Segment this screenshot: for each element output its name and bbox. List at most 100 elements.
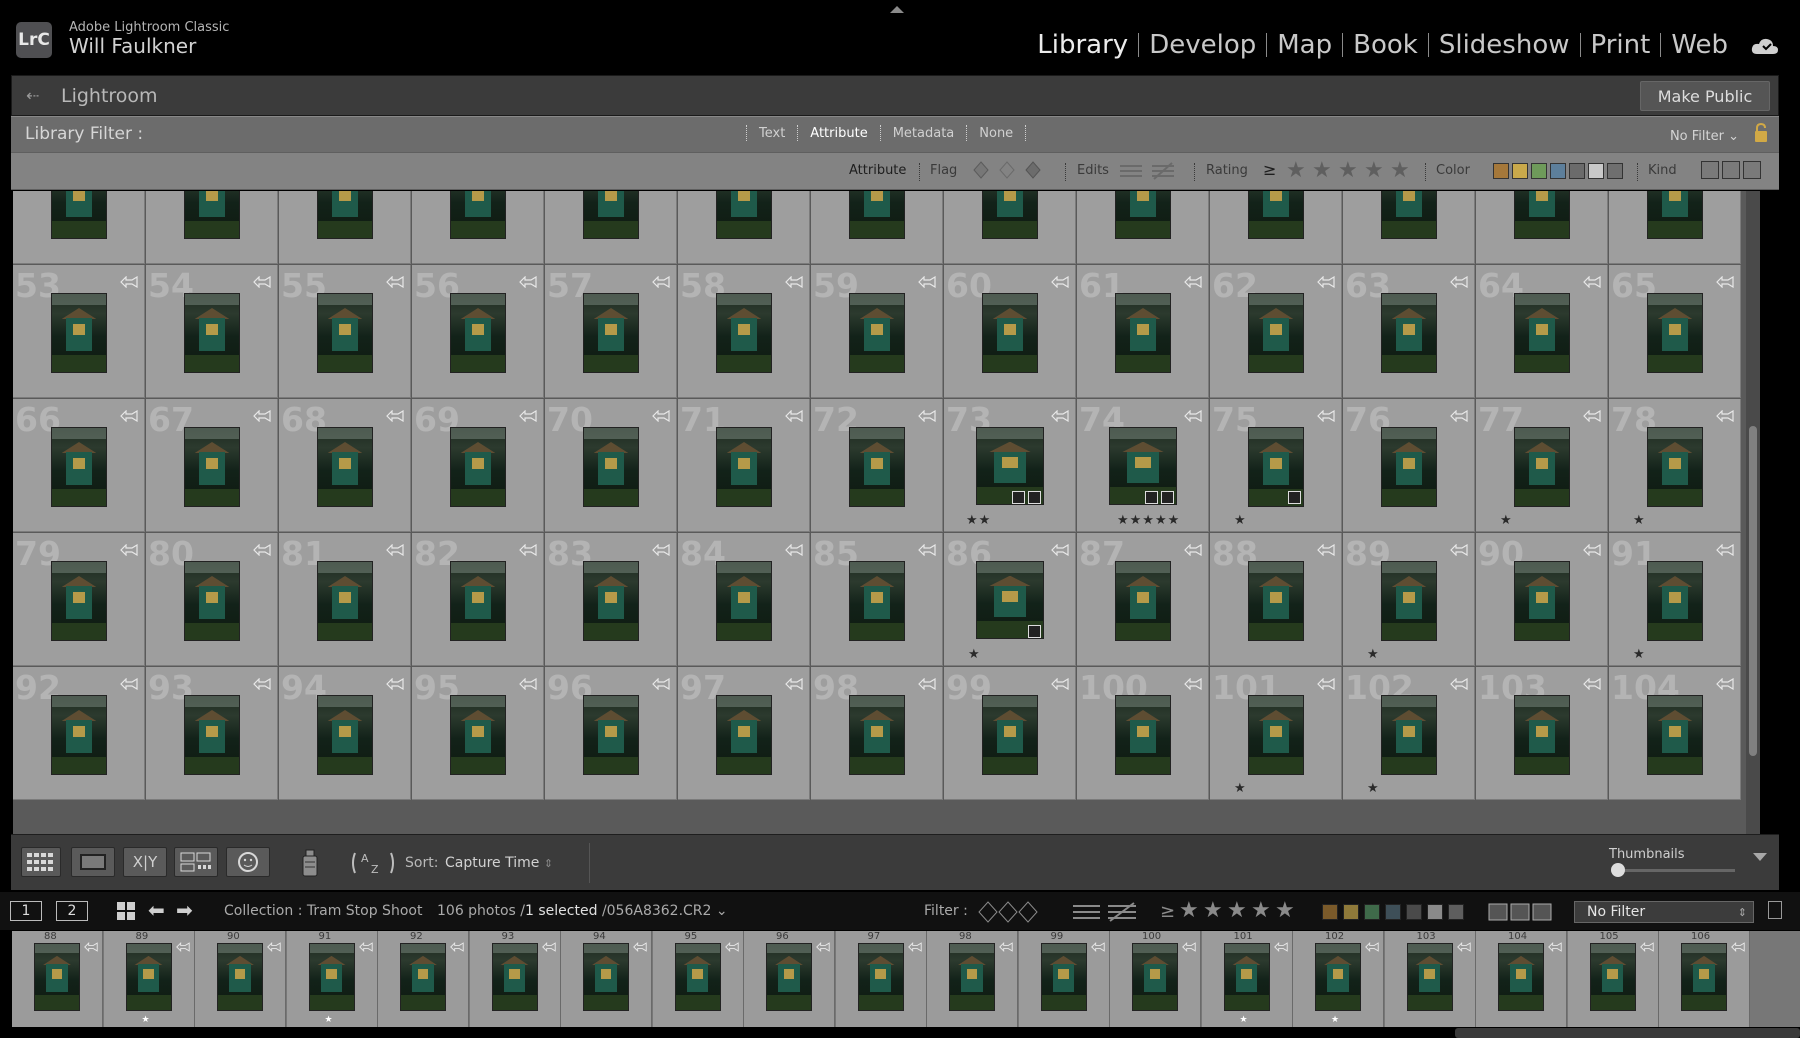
- rotate-arrow-icon[interactable]: [918, 407, 936, 423]
- main-window-button[interactable]: 1: [10, 901, 42, 921]
- grid-cell[interactable]: 72: [811, 399, 943, 532]
- color-label-swatch[interactable]: [1550, 163, 1566, 179]
- rotate-arrow-icon[interactable]: [267, 937, 281, 953]
- user-name[interactable]: Will Faulkner: [69, 34, 196, 58]
- photo-thumbnail[interactable]: [982, 293, 1038, 373]
- rotate-arrow-icon[interactable]: [652, 541, 670, 557]
- filmstrip-item[interactable]: 90: [195, 931, 286, 1027]
- rotate-arrow-icon[interactable]: [519, 407, 537, 423]
- grid-cell[interactable]: 53: [13, 265, 145, 398]
- grid-cell[interactable]: 69: [412, 399, 544, 532]
- grid-cell[interactable]: 59: [811, 265, 943, 398]
- photo-thumbnail[interactable]: [184, 561, 240, 641]
- filmstrip-star-2[interactable]: ★: [1203, 898, 1223, 923]
- photo-thumbnail[interactable]: [1514, 293, 1570, 373]
- photo-thumbnail[interactable]: [716, 293, 772, 373]
- rotate-arrow-icon[interactable]: [1450, 541, 1468, 557]
- photo-thumbnail[interactable]: [125, 943, 172, 1011]
- photo-thumbnail[interactable]: [450, 695, 506, 775]
- rotate-arrow-icon[interactable]: [1716, 407, 1734, 423]
- photo-thumbnail[interactable]: [849, 561, 905, 641]
- filmstrip-kind-icons[interactable]: [1488, 903, 1554, 921]
- kind-virtual-copy-icon[interactable]: [1722, 161, 1740, 179]
- photo-thumbnail[interactable]: [1647, 293, 1703, 373]
- filter-tab-none[interactable]: None: [967, 126, 1025, 141]
- rotate-arrow-icon[interactable]: [1317, 407, 1335, 423]
- photo-thumbnail[interactable]: [317, 561, 373, 641]
- rotate-arrow-icon[interactable]: [1273, 937, 1288, 953]
- filmstrip-color-swatch[interactable]: [1364, 904, 1380, 920]
- grid-cell[interactable]: 71: [678, 399, 810, 532]
- photo-thumbnail[interactable]: [982, 695, 1038, 775]
- rotate-arrow-icon[interactable]: [1317, 273, 1335, 289]
- grid-cell[interactable]: [1343, 191, 1475, 264]
- rotate-arrow-icon[interactable]: [1716, 675, 1734, 691]
- grid-cell[interactable]: 99: [944, 667, 1076, 800]
- rotate-arrow-icon[interactable]: [519, 675, 537, 691]
- rotate-arrow-icon[interactable]: [386, 675, 404, 691]
- rotate-arrow-icon[interactable]: [785, 273, 803, 289]
- grid-cell[interactable]: 85: [811, 533, 943, 666]
- filmstrip-item[interactable]: 92: [378, 931, 469, 1027]
- filmstrip-item[interactable]: 103: [1384, 931, 1476, 1027]
- grid-cell[interactable]: 88: [1210, 533, 1342, 666]
- photo-thumbnail[interactable]: [1115, 191, 1171, 239]
- grid-cell[interactable]: 94: [279, 667, 411, 800]
- grid-cell[interactable]: 103: [1476, 667, 1608, 800]
- grid-cell[interactable]: 63: [1343, 265, 1475, 398]
- grid-cell[interactable]: 87: [1077, 533, 1209, 666]
- photo-thumbnail[interactable]: [583, 561, 639, 641]
- color-label-swatch[interactable]: [1512, 163, 1528, 179]
- photo-thumbnail[interactable]: [716, 191, 772, 239]
- rotate-arrow-icon[interactable]: [816, 937, 830, 953]
- rotate-arrow-icon[interactable]: [120, 541, 138, 557]
- module-web[interactable]: Web: [1661, 30, 1738, 60]
- collapse-top-panel-icon[interactable]: [890, 6, 904, 13]
- grid-scroll-thumb[interactable]: [1749, 426, 1757, 756]
- flag-unflagged-icon[interactable]: [999, 161, 1015, 179]
- rotate-arrow-icon[interactable]: [519, 273, 537, 289]
- photo-thumbnail[interactable]: [1115, 293, 1171, 373]
- grid-cell[interactable]: 101 ★: [1210, 667, 1342, 800]
- grid-cell[interactable]: [146, 191, 278, 264]
- rotate-arrow-icon[interactable]: [120, 675, 138, 691]
- kind-video-icon[interactable]: [1743, 161, 1761, 179]
- grid-cell[interactable]: [1077, 191, 1209, 264]
- photo-thumbnail[interactable]: [51, 427, 107, 507]
- filmstrip-filter-select[interactable]: No Filter ⇕: [1574, 901, 1754, 923]
- photo-thumbnail[interactable]: [450, 427, 506, 507]
- module-library[interactable]: Library: [1027, 30, 1138, 60]
- filmstrip-color-swatch[interactable]: [1427, 904, 1443, 920]
- sort-select[interactable]: Capture Time ⇕: [445, 855, 553, 871]
- photo-thumbnail[interactable]: [1514, 427, 1570, 507]
- filter-preset-select[interactable]: No Filter ⌄: [1670, 129, 1739, 144]
- rotate-arrow-icon[interactable]: [1716, 273, 1734, 289]
- photo-thumbnail[interactable]: [716, 695, 772, 775]
- grid-cell[interactable]: 80: [146, 533, 278, 666]
- grid-cell[interactable]: 60: [944, 265, 1076, 398]
- rotate-arrow-icon[interactable]: [1317, 675, 1335, 691]
- module-develop[interactable]: Develop: [1139, 30, 1266, 60]
- spray-can-icon[interactable]: [299, 847, 321, 879]
- rotate-arrow-icon[interactable]: [785, 541, 803, 557]
- filter-tab-metadata[interactable]: Metadata: [881, 126, 967, 141]
- filmstrip-flag-filter-icons[interactable]: [978, 901, 1038, 923]
- filmstrip-item[interactable]: 88: [12, 931, 103, 1027]
- rotate-arrow-icon[interactable]: [918, 273, 936, 289]
- grid-cell[interactable]: [1210, 191, 1342, 264]
- grid-cell[interactable]: 92: [13, 667, 145, 800]
- grid-cell[interactable]: 56: [412, 265, 544, 398]
- cloud-sync-icon[interactable]: [1750, 36, 1780, 58]
- photo-thumbnail[interactable]: [1223, 943, 1270, 1011]
- color-label-swatch[interactable]: [1607, 163, 1623, 179]
- rating-star-2[interactable]: ★: [1312, 158, 1332, 183]
- grid-cell[interactable]: 104: [1609, 667, 1741, 800]
- unedited-icon[interactable]: [1151, 161, 1175, 181]
- rating-star-3[interactable]: ★: [1338, 158, 1358, 183]
- color-label-swatch[interactable]: [1588, 163, 1604, 179]
- photo-thumbnail[interactable]: [184, 427, 240, 507]
- rotate-arrow-icon[interactable]: [1184, 541, 1202, 557]
- photo-thumbnail[interactable]: [766, 943, 812, 1011]
- filmstrip-star-5[interactable]: ★: [1275, 898, 1295, 923]
- photo-thumbnail[interactable]: [450, 191, 506, 239]
